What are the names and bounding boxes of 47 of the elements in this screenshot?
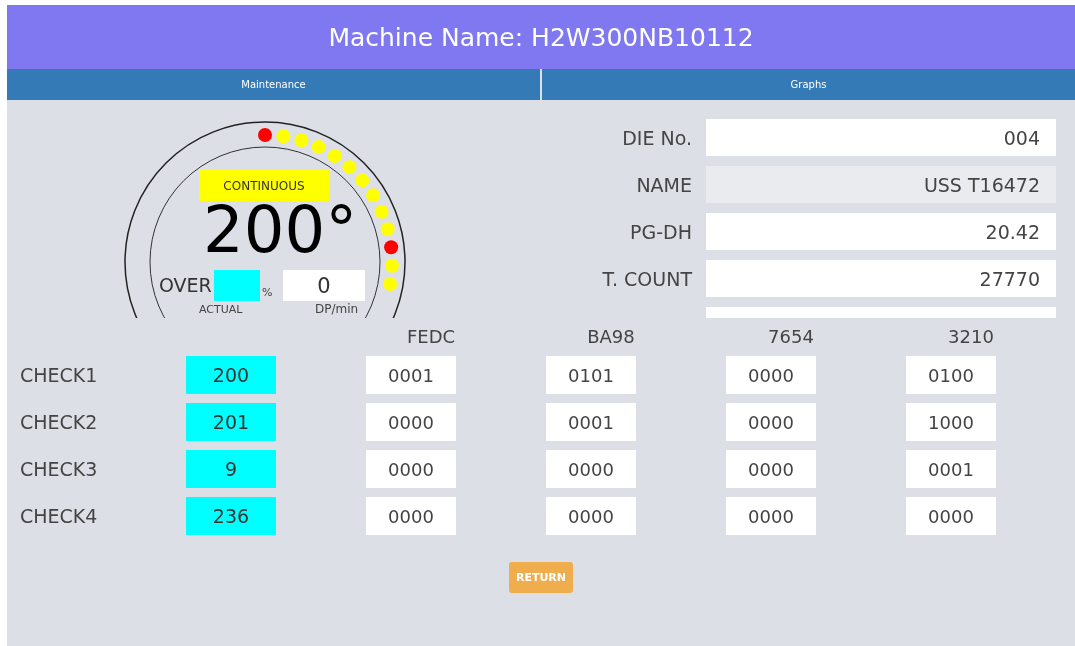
actual-label: ACTUAL — [199, 303, 243, 316]
row-label: CHECK2 — [20, 411, 99, 433]
check-value: 201 — [186, 403, 276, 441]
value-field: 004 — [706, 119, 1056, 156]
column-header: 7654 — [767, 326, 815, 347]
check-value: 9 — [186, 450, 276, 488]
bit-cell: 0000 — [726, 450, 816, 488]
machine-title: Machine Name: H2W300NB10112 — [328, 22, 754, 52]
bit-cell: 0000 — [906, 497, 996, 535]
bit-cell: 0000 — [726, 403, 816, 441]
tab[interactable]: Maintenance — [7, 69, 540, 100]
bit-cell: 0000 — [366, 403, 456, 441]
over-field — [214, 270, 260, 301]
rate-field: 0 — [283, 270, 365, 301]
tab[interactable]: Graphs — [542, 69, 1075, 100]
bit-cell: 0000 — [546, 497, 636, 535]
column-header: BA98 — [586, 326, 636, 347]
column-header: FEDC — [405, 326, 457, 347]
row-label: CHECK4 — [20, 505, 99, 527]
rate-unit: DP/min — [315, 302, 359, 316]
bit-cell: 0001 — [906, 450, 996, 488]
value-field: USS T16472 — [706, 166, 1056, 203]
bit-cell: 0000 — [366, 497, 456, 535]
row-label: CHECK1 — [20, 364, 99, 386]
bit-cell: 0000 — [366, 450, 456, 488]
percent-unit: % — [262, 286, 273, 299]
row-label: CHECK3 — [20, 458, 99, 480]
bit-cell: 0000 — [726, 356, 816, 394]
field-label: PG-DH — [629, 220, 692, 243]
bit-cell: 0001 — [546, 403, 636, 441]
over-label: OVER — [159, 274, 212, 296]
bit-cell: 0000 — [546, 450, 636, 488]
bit-cell: 0100 — [906, 356, 996, 394]
column-header: 3210 — [947, 326, 995, 347]
field-label: T. COUNT — [601, 267, 692, 290]
value-field: 20.42 — [706, 213, 1056, 250]
field-label: DIE No. — [621, 126, 692, 149]
mode-label: CONTINUOUS — [199, 170, 329, 201]
check-value: 200 — [186, 356, 276, 394]
bit-cell: 0000 — [726, 497, 816, 535]
value-field: 27770 — [706, 260, 1056, 297]
bit-cell: 0101 — [546, 356, 636, 394]
bit-cell: 0001 — [366, 356, 456, 394]
bit-cell: 1000 — [906, 403, 996, 441]
check-value: 236 — [186, 497, 276, 535]
field-label: NAME — [635, 173, 692, 196]
temperature-value: 200° — [203, 198, 358, 262]
